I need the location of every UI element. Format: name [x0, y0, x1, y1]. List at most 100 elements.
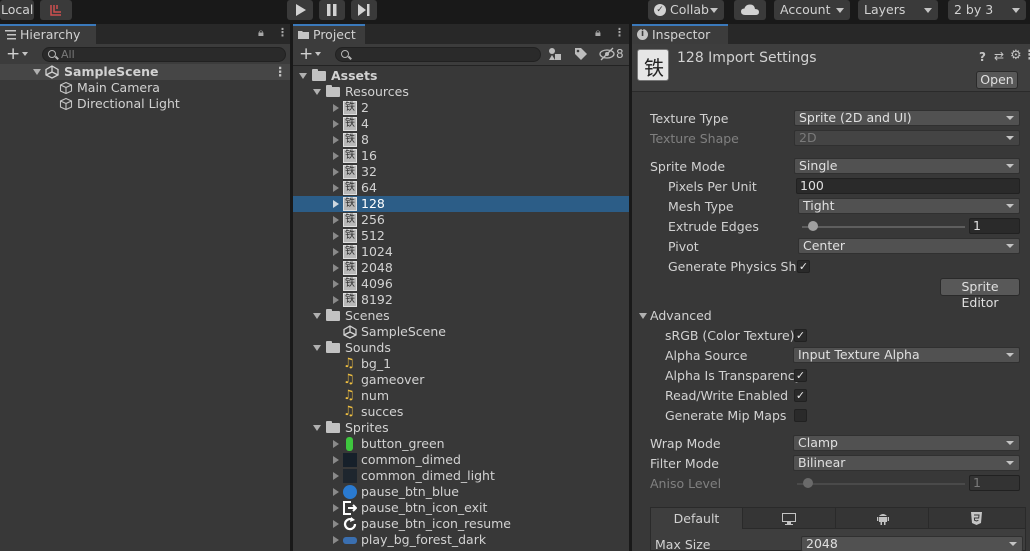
hierarchy-item[interactable]: Directional Light — [0, 96, 290, 112]
physics-shape-checkbox[interactable]: ✓ — [797, 260, 810, 273]
step-button[interactable] — [351, 0, 377, 20]
hidden-packages-icon[interactable] — [599, 47, 615, 61]
collapsed-arrow-icon[interactable] — [333, 488, 339, 496]
platform-tab-default[interactable]: Default — [651, 508, 743, 529]
hierarchy-item[interactable]: Main Camera — [0, 80, 290, 96]
advanced-foldout-arrow-icon[interactable] — [639, 313, 647, 319]
platform-tab-webgl[interactable] — [929, 508, 1025, 529]
sprite-item[interactable]: pause_btn_blue — [293, 484, 629, 500]
tab-project[interactable]: Project — [293, 24, 365, 44]
preset-icon[interactable]: ⇄ — [994, 49, 1004, 63]
platform-tab-android[interactable] — [836, 508, 929, 529]
collapsed-arrow-icon[interactable] — [333, 152, 339, 160]
collapsed-arrow-icon[interactable] — [333, 536, 339, 544]
tab-inspector[interactable]: i Inspector — [632, 24, 728, 44]
sound-item[interactable]: ♫ succes — [293, 404, 629, 420]
sprite-item[interactable]: play_bg_forest_dark — [293, 532, 629, 548]
resource-item[interactable]: 2 — [293, 100, 629, 116]
create-plus-icon[interactable]: + — [6, 45, 20, 63]
resources-folder[interactable]: Resources — [293, 84, 629, 100]
collapsed-arrow-icon[interactable] — [333, 136, 339, 144]
ppu-input[interactable]: 100 — [796, 178, 1020, 194]
sprite-item[interactable]: common_dimed — [293, 452, 629, 468]
sound-item[interactable]: ♫ num — [293, 388, 629, 404]
help-icon[interactable]: ? — [979, 50, 986, 64]
sprite-item[interactable]: button_green — [293, 436, 629, 452]
sound-item[interactable]: ♫ bg_1 — [293, 356, 629, 372]
local-button[interactable]: Local — [0, 0, 34, 20]
create-dropdown-icon[interactable] — [315, 52, 321, 56]
more-menu-icon[interactable]: ⋮ — [1023, 48, 1030, 63]
collapsed-arrow-icon[interactable] — [333, 472, 339, 480]
scene-menu-icon[interactable]: ⋮ — [274, 64, 287, 80]
resource-item[interactable]: 4096 — [293, 276, 629, 292]
assets-folder[interactable]: Assets — [293, 68, 629, 84]
collapsed-arrow-icon[interactable] — [333, 200, 339, 208]
hierarchy-search-input[interactable]: All — [42, 47, 286, 62]
readwrite-checkbox[interactable]: ✓ — [794, 389, 807, 402]
collapsed-arrow-icon[interactable] — [333, 504, 339, 512]
collapsed-arrow-icon[interactable] — [333, 248, 339, 256]
collapsed-arrow-icon[interactable] — [333, 440, 339, 448]
open-button[interactable]: Open — [976, 71, 1018, 89]
layers-dropdown[interactable]: Layers — [858, 0, 938, 20]
expand-arrow-icon[interactable] — [313, 313, 321, 319]
resource-item[interactable]: 2048 — [293, 260, 629, 276]
collapsed-arrow-icon[interactable] — [333, 520, 339, 528]
expand-arrow-icon[interactable] — [313, 89, 321, 95]
resource-item[interactable]: 256 — [293, 212, 629, 228]
extrude-slider-knob[interactable] — [808, 221, 819, 231]
max-size-dropdown[interactable]: 2048 — [801, 536, 1023, 551]
texture-type-dropdown[interactable]: Sprite (2D and UI) — [794, 110, 1020, 126]
kebab-menu-icon[interactable]: ⋮ — [614, 26, 625, 39]
filter-by-type-icon[interactable] — [548, 47, 562, 61]
collapsed-arrow-icon[interactable] — [333, 184, 339, 192]
resource-item[interactable]: 128 — [293, 196, 629, 212]
resource-item[interactable]: 32 — [293, 164, 629, 180]
play-button[interactable] — [287, 0, 313, 20]
collapsed-arrow-icon[interactable] — [333, 456, 339, 464]
filter-by-label-icon[interactable] — [574, 47, 588, 61]
collapsed-arrow-icon[interactable] — [333, 296, 339, 304]
scenes-folder[interactable]: Scenes — [293, 308, 629, 324]
collapsed-arrow-icon[interactable] — [333, 168, 339, 176]
collapsed-arrow-icon[interactable] — [333, 280, 339, 288]
resource-item[interactable]: 8192 — [293, 292, 629, 308]
filter-mode-dropdown[interactable]: Bilinear — [793, 455, 1020, 471]
undo-history-button[interactable] — [40, 0, 72, 20]
cloud-button[interactable] — [734, 0, 766, 20]
create-dropdown-icon[interactable] — [22, 52, 28, 56]
resource-item[interactable]: 4 — [293, 116, 629, 132]
advanced-foldout-label[interactable]: Advanced — [650, 308, 712, 324]
platform-tab-standalone[interactable] — [743, 508, 836, 529]
expand-arrow-icon[interactable] — [313, 425, 321, 431]
lock-icon[interactable]: 🔒︎ — [258, 26, 264, 40]
expand-arrow-icon[interactable] — [299, 73, 307, 79]
tab-hierarchy[interactable]: Hierarchy — [0, 24, 96, 44]
srgb-checkbox[interactable]: ✓ — [794, 329, 807, 342]
pause-button[interactable] — [319, 0, 345, 20]
alpha-transparency-checkbox[interactable]: ✓ — [794, 369, 807, 382]
extrude-input[interactable]: 1 — [969, 218, 1020, 234]
collapsed-arrow-icon[interactable] — [333, 104, 339, 112]
scene-row[interactable]: SampleScene ⋮ — [0, 64, 290, 80]
sound-item[interactable]: ♫ gameover — [293, 372, 629, 388]
resource-item[interactable]: 512 — [293, 228, 629, 244]
extrude-slider-track[interactable] — [802, 226, 965, 228]
create-plus-icon[interactable]: + — [299, 45, 313, 63]
project-search-input[interactable] — [335, 47, 541, 62]
expand-arrow-icon[interactable] — [33, 69, 41, 75]
scene-asset-item[interactable]: SampleScene — [293, 324, 629, 340]
collapsed-arrow-icon[interactable] — [333, 232, 339, 240]
resource-item[interactable]: 64 — [293, 180, 629, 196]
mesh-type-dropdown[interactable]: Tight — [798, 198, 1020, 214]
resource-item[interactable]: 1024 — [293, 244, 629, 260]
collapsed-arrow-icon[interactable] — [333, 216, 339, 224]
sprite-editor-button[interactable]: Sprite Editor — [940, 278, 1020, 310]
layout-dropdown[interactable]: 2 by 3 — [948, 0, 1026, 20]
sounds-folder[interactable]: Sounds — [293, 340, 629, 356]
expand-arrow-icon[interactable] — [313, 345, 321, 351]
wrap-mode-dropdown[interactable]: Clamp — [793, 435, 1020, 451]
sprite-item[interactable]: pause_btn_icon_exit — [293, 500, 629, 516]
sprite-mode-dropdown[interactable]: Single — [794, 158, 1020, 174]
